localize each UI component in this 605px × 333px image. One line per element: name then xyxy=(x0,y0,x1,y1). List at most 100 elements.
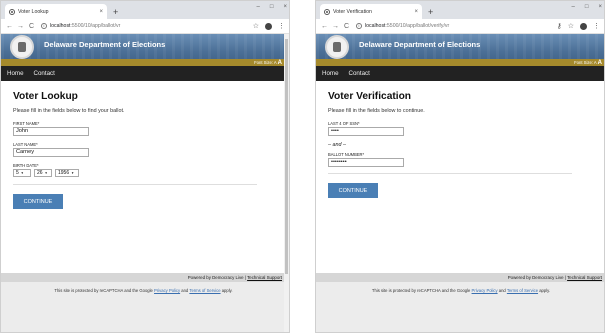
back-icon[interactable]: ← xyxy=(5,23,14,30)
birth-day-value: 26 xyxy=(37,170,43,176)
birth-day-select[interactable]: 26 ▼ xyxy=(34,169,52,177)
last-name-label: LAST NAME* xyxy=(13,142,38,147)
close-tab-icon[interactable]: × xyxy=(414,9,418,15)
department-title: Delaware Department of Elections xyxy=(359,40,481,49)
menu-icon[interactable]: ⋮ xyxy=(593,22,600,30)
maximize-icon[interactable]: □ xyxy=(585,4,589,10)
footer-bar: Powered by Democracy Live | Technical Su… xyxy=(316,273,604,282)
footer-text: Powered by Democracy Live | xyxy=(507,275,568,280)
url-host: localhost xyxy=(50,23,71,29)
browser-window-voter-lookup: Voter Lookup × + – □ × ← → C i localhost… xyxy=(0,0,290,333)
maximize-icon[interactable]: □ xyxy=(270,4,274,10)
continue-button[interactable]: CONTINUE xyxy=(328,183,378,198)
ssn-input[interactable]: •••• xyxy=(328,127,404,136)
font-size-control[interactable]: Font Size: A A xyxy=(254,59,282,66)
url-field[interactable]: i localhost:5500/10/app/ballot/verify/vr xyxy=(356,21,557,32)
department-title: Delaware Department of Elections xyxy=(44,40,166,49)
birth-date-label: BIRTH DATE* xyxy=(13,163,39,168)
font-size-control[interactable]: Font Size: A A xyxy=(574,59,602,66)
privacy-policy-link[interactable]: Privacy Policy xyxy=(154,288,180,293)
birth-year-value: 1956 xyxy=(58,170,70,176)
favicon-icon xyxy=(324,8,330,15)
recaptcha-notice: This site is protected by reCAPTCHA and … xyxy=(316,282,604,332)
info-icon[interactable]: i xyxy=(41,23,47,29)
close-tab-icon[interactable]: × xyxy=(99,9,103,15)
tab-voter-verification[interactable]: Voter Verification × xyxy=(320,4,422,19)
divider xyxy=(328,173,572,174)
ballot-number-input[interactable]: •••••••• xyxy=(328,158,404,167)
technical-support-link[interactable]: Technical Support xyxy=(247,275,282,280)
url-path: :5500/10/app/ballot/verify/vr xyxy=(385,23,450,29)
bookmark-star-icon[interactable]: ☆ xyxy=(568,22,574,30)
technical-support-link[interactable]: Technical Support xyxy=(567,275,602,280)
account-icon[interactable] xyxy=(265,22,272,30)
screenshot: Voter Lookup × + – □ × ← → C i localhost… xyxy=(0,0,605,333)
forward-icon[interactable]: → xyxy=(16,23,25,30)
header-gold-band xyxy=(1,59,286,66)
font-size-label: Font Size: A xyxy=(574,60,597,65)
scrollbar[interactable] xyxy=(284,34,289,332)
chevron-down-icon: ▼ xyxy=(71,171,75,175)
close-window-icon[interactable]: × xyxy=(283,4,287,10)
delaware-seal-icon xyxy=(325,35,349,59)
terms-of-service-link[interactable]: Terms of Service xyxy=(189,288,220,293)
back-icon[interactable]: ← xyxy=(320,23,329,30)
captcha-and: and xyxy=(180,288,190,293)
last-name-input[interactable]: Carney xyxy=(13,148,89,157)
page-title: Voter Verification xyxy=(328,91,412,102)
recaptcha-notice: This site is protected by reCAPTCHA and … xyxy=(1,282,286,332)
first-name-input[interactable]: John xyxy=(13,127,89,136)
address-bar: ← → C i localhost:5500/10/app/ballot/vr … xyxy=(1,19,289,34)
ballot-number-label: BALLOT NUMBER* xyxy=(328,152,365,157)
scrollbar-thumb[interactable] xyxy=(285,39,288,274)
birth-month-select[interactable]: 5 ▼ xyxy=(13,169,31,177)
terms-of-service-link[interactable]: Terms of Service xyxy=(507,288,538,293)
page-title: Voter Lookup xyxy=(13,91,78,102)
page-content: Delaware Department of Elections Font Si… xyxy=(316,34,604,332)
font-size-large[interactable]: A xyxy=(598,60,602,66)
site-header: Delaware Department of Elections Font Si… xyxy=(316,34,604,66)
info-icon[interactable]: i xyxy=(356,23,362,29)
birth-month-value: 5 xyxy=(16,170,19,176)
intro-text: Please fill in the fields below to conti… xyxy=(328,108,425,114)
site-nav: Home Contact xyxy=(316,66,604,81)
birth-year-select[interactable]: 1956 ▼ xyxy=(55,169,79,177)
main-form: Voter Verification Please fill in the fi… xyxy=(316,81,604,198)
new-tab-icon[interactable]: + xyxy=(113,7,118,17)
reload-icon[interactable]: C xyxy=(27,23,36,30)
minimize-icon[interactable]: – xyxy=(257,4,260,10)
key-icon[interactable]: ⚷ xyxy=(557,22,562,30)
reload-icon[interactable]: C xyxy=(342,23,351,30)
privacy-policy-link[interactable]: Privacy Policy xyxy=(472,288,498,293)
site-footer: Powered by Democracy Live | Technical Su… xyxy=(316,273,604,332)
forward-icon[interactable]: → xyxy=(331,23,340,30)
toolbar-icons: ☆ ⋮ xyxy=(253,22,285,30)
continue-button[interactable]: CONTINUE xyxy=(13,194,63,209)
favicon-icon xyxy=(9,8,15,15)
nav-contact-link[interactable]: Contact xyxy=(349,70,370,77)
tab-voter-lookup[interactable]: Voter Lookup × xyxy=(5,4,107,19)
address-bar: ← → C i localhost:5500/10/app/ballot/ver… xyxy=(316,19,604,34)
font-size-large[interactable]: A xyxy=(278,60,282,66)
browser-window-voter-verification: Voter Verification × + – □ × ← → C i loc… xyxy=(315,0,605,333)
page-content: Delaware Department of Elections Font Si… xyxy=(1,34,286,332)
captcha-prefix: This site is protected by reCAPTCHA and … xyxy=(371,288,472,293)
url-field[interactable]: i localhost:5500/10/app/ballot/vr xyxy=(41,21,253,32)
nav-home-link[interactable]: Home xyxy=(322,70,339,77)
menu-icon[interactable]: ⋮ xyxy=(278,22,285,30)
url-host: localhost xyxy=(365,23,386,29)
bookmark-star-icon[interactable]: ☆ xyxy=(253,22,259,30)
new-tab-icon[interactable]: + xyxy=(428,7,433,17)
nav-home-link[interactable]: Home xyxy=(7,70,24,77)
font-size-label: Font Size: A xyxy=(254,60,277,65)
intro-text: Please fill in the fields below to find … xyxy=(13,108,125,114)
close-window-icon[interactable]: × xyxy=(598,4,602,10)
site-header: Delaware Department of Elections Font Si… xyxy=(1,34,286,66)
minimize-icon[interactable]: – xyxy=(572,4,575,10)
chevron-down-icon: ▼ xyxy=(20,171,24,175)
nav-contact-link[interactable]: Contact xyxy=(34,70,55,77)
tab-strip: Voter Verification × + – □ × xyxy=(316,1,604,19)
account-icon[interactable] xyxy=(580,22,587,30)
toolbar-icons: ⚷ ☆ ⋮ xyxy=(557,22,600,30)
footer-text: Powered by Democracy Live | xyxy=(187,275,248,280)
